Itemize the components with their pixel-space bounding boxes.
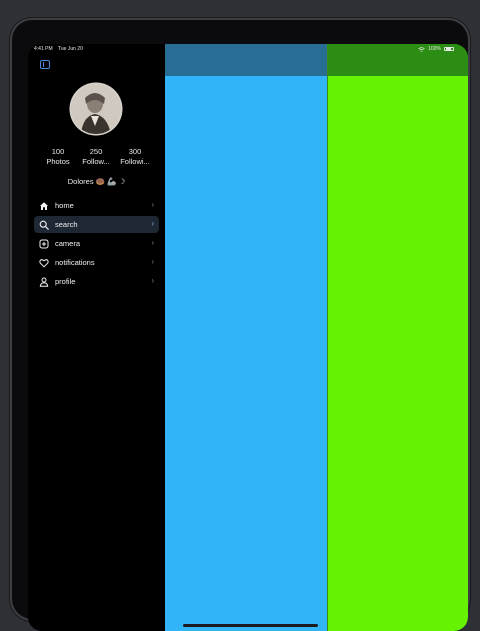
sidebar-item-search[interactable]: search › (34, 216, 159, 233)
status-time-text: 4:41 PM (34, 46, 53, 52)
search-icon (39, 220, 49, 230)
status-right: 100% (418, 46, 454, 52)
sidebar-item-label: profile (55, 277, 76, 286)
ipad-frame: 4:41 PM Tue Jun 20 100% 100 Photos 250 F… (10, 18, 470, 631)
username: Dolores 🍩 🦾 ☽ (67, 177, 126, 186)
sidebar: 100 Photos 250 Follow... 300 Followi... … (28, 44, 165, 631)
battery-icon (444, 47, 454, 51)
sidebar-item-label: search (55, 220, 78, 229)
chevron-right-icon: › (151, 200, 154, 209)
stat-following[interactable]: 300 Followi... (117, 147, 153, 167)
sidebar-item-home[interactable]: home › (34, 197, 159, 214)
stat-label: Follow... (82, 157, 110, 166)
camera-plus-icon (39, 239, 49, 248)
chevron-right-icon: › (151, 257, 154, 266)
status-bar: 4:41 PM Tue Jun 20 100% (28, 44, 468, 56)
content-column-blue (165, 44, 327, 631)
stat-value: 300 (128, 147, 142, 156)
chevron-right-icon: › (151, 219, 154, 228)
status-date-text: Tue Jun 20 (58, 46, 83, 52)
heart-icon (39, 258, 49, 268)
sidebar-nav: home › search › camera › notifications ›… (34, 197, 159, 292)
sidebar-item-notifications[interactable]: notifications › (34, 254, 159, 271)
person-icon (39, 277, 49, 287)
wifi-icon (418, 46, 425, 52)
house-icon (40, 201, 48, 210)
stat-value: 100 (51, 147, 65, 156)
sidebar-item-label: camera (55, 239, 81, 248)
sidebar-item-profile[interactable]: profile › (34, 273, 159, 290)
sidebar-item-camera[interactable]: camera › (34, 235, 159, 252)
battery-percent: 100% (428, 46, 441, 52)
status-time: 4:41 PM Tue Jun 20 (34, 46, 83, 52)
detail-column-green (327, 44, 468, 631)
sidebar-item-label: notifications (55, 258, 95, 267)
chevron-right-icon: › (151, 276, 154, 285)
sidebar-toggle-icon[interactable] (40, 60, 50, 69)
screen: 4:41 PM Tue Jun 20 100% 100 Photos 250 F… (28, 44, 468, 631)
stat-followers[interactable]: 250 Follow... (78, 147, 114, 167)
avatar[interactable] (71, 84, 121, 134)
stat-label: Photos (46, 157, 70, 166)
chevron-right-icon: › (151, 238, 154, 247)
sidebar-item-label: home (55, 201, 74, 210)
stat-photos[interactable]: 100 Photos (40, 147, 76, 167)
stat-label: Followi... (120, 157, 150, 166)
avatar-portrait-image (71, 84, 121, 134)
stat-value: 250 (89, 147, 103, 156)
home-indicator[interactable] (183, 624, 318, 627)
